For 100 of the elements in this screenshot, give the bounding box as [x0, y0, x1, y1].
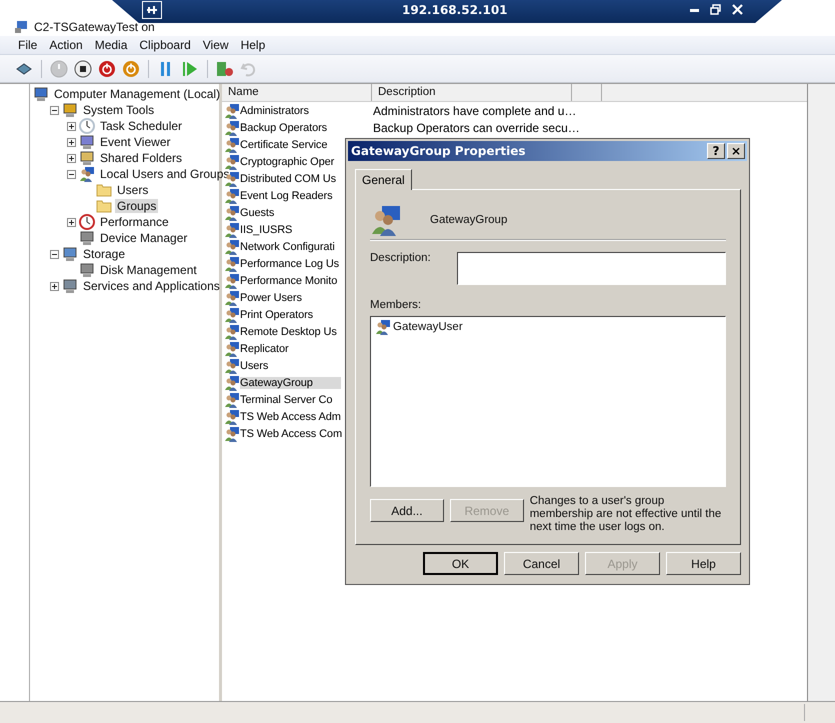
clock-icon	[79, 118, 95, 134]
group-name[interactable]: Event Log Readers	[240, 190, 341, 202]
group-name[interactable]: Performance Monito	[240, 274, 341, 286]
dialog-button[interactable]: OK	[423, 552, 498, 575]
power-icon	[50, 60, 68, 78]
group-name[interactable]: Power Users	[240, 292, 341, 304]
close-button[interactable]: ×	[727, 143, 745, 159]
tree-item[interactable]: Computer Management (Local)	[52, 87, 222, 101]
group-name[interactable]: Remote Desktop Us	[240, 326, 341, 338]
group-icon	[224, 256, 240, 272]
pin-icon[interactable]	[142, 1, 162, 19]
checkpoint-icon	[216, 60, 234, 78]
menu-item[interactable]: File	[12, 36, 44, 54]
group-icon	[224, 374, 240, 390]
group-icon	[79, 166, 95, 182]
group-description: Backup Operators can override secu…	[373, 120, 580, 134]
group-icon	[224, 408, 240, 424]
group-icon	[224, 222, 240, 238]
group-icon	[224, 120, 240, 136]
computer-icon	[33, 86, 49, 102]
group-name[interactable]: Cryptographic Oper	[240, 156, 341, 168]
menu-item[interactable]: Help	[234, 36, 272, 54]
tree-item[interactable]: Shared Folders	[98, 151, 184, 165]
gauge-icon	[79, 214, 95, 230]
group-icon	[224, 154, 240, 170]
tree-item[interactable]: Disk Management	[98, 263, 199, 277]
tree-item[interactable]: Device Manager	[98, 231, 190, 245]
members-label: Members:	[370, 299, 422, 311]
tree-item[interactable]: Local Users and Groups	[98, 167, 232, 181]
dialog-button[interactable]: Cancel	[504, 552, 579, 575]
pause-icon	[159, 60, 173, 76]
menu-item[interactable]: View	[196, 36, 235, 54]
toolbar-button[interactable]	[73, 58, 93, 78]
group-icon	[224, 238, 240, 254]
collapse-icon[interactable]	[50, 106, 59, 114]
group-icon	[224, 290, 240, 306]
group-icon	[370, 204, 402, 236]
column-header[interactable]: Name	[222, 84, 372, 101]
vm-icon	[14, 20, 28, 34]
group-icon	[224, 272, 240, 288]
menu-item[interactable]: Action	[43, 36, 89, 54]
help-button[interactable]: ?	[707, 143, 725, 159]
power-icon	[122, 60, 140, 78]
tree-item[interactable]: Event Viewer	[98, 135, 172, 149]
group-icon	[224, 102, 240, 118]
group-name[interactable]: Certificate Service	[240, 138, 341, 150]
group-name[interactable]: Guests	[240, 206, 341, 218]
group-name[interactable]: Users	[240, 360, 341, 372]
group-icon	[224, 358, 240, 374]
member-item[interactable]: GatewayUser	[393, 321, 463, 333]
tree-item[interactable]: Task Scheduler	[98, 119, 184, 133]
menu-item[interactable]: Media	[88, 36, 134, 54]
group-name[interactable]: IIS_IUSRS	[240, 224, 341, 236]
add-button[interactable]: Add...	[370, 499, 444, 522]
menu-item[interactable]: Clipboard	[133, 36, 197, 54]
dialog-button[interactable]: Help	[666, 552, 741, 575]
collapse-icon[interactable]	[67, 170, 76, 178]
group-name[interactable]: Network Configurati	[240, 240, 341, 252]
group-icon	[224, 324, 240, 340]
tree-item[interactable]: Storage	[81, 247, 128, 261]
expand-icon[interactable]	[50, 282, 59, 290]
restore-icon[interactable]	[710, 4, 721, 15]
description-label: Description:	[370, 252, 431, 266]
play-icon	[182, 60, 198, 76]
description-field[interactable]	[457, 252, 726, 285]
tree-item[interactable]: Groups	[115, 199, 158, 213]
tree-item[interactable]: Users	[115, 183, 150, 197]
close-icon[interactable]	[732, 4, 743, 15]
group-description: Administrators have complete and u…	[373, 104, 576, 118]
stop-icon	[74, 60, 92, 78]
column-header[interactable]: Description	[372, 84, 572, 101]
expand-icon[interactable]	[67, 154, 76, 162]
group-name[interactable]: Performance Log Us	[240, 258, 341, 270]
group-name[interactable]: TS Web Access Com	[240, 428, 341, 440]
expand-icon[interactable]	[67, 138, 76, 146]
group-name[interactable]: Terminal Server Co	[240, 394, 341, 406]
group-name[interactable]: Administrators	[240, 104, 341, 116]
group-name[interactable]: Replicator	[240, 342, 341, 354]
expand-icon[interactable]	[67, 218, 76, 226]
expand-icon[interactable]	[67, 122, 76, 130]
connection-title: 192.168.52.101	[402, 3, 508, 17]
group-icon	[224, 136, 240, 152]
group-icon	[224, 392, 240, 408]
group-name[interactable]: TS Web Access Adm	[240, 410, 341, 422]
user-icon	[375, 319, 391, 335]
membership-note: Changes to a user's group membership are not effective until the next time the user logs on.	[530, 495, 722, 534]
tree-item[interactable]: Services and Applications	[81, 279, 222, 293]
group-name[interactable]: GatewayGroup	[240, 376, 341, 388]
group-name[interactable]: Print Operators	[240, 308, 341, 320]
collapse-icon[interactable]	[50, 250, 59, 258]
tab[interactable]: General	[355, 169, 412, 190]
group-name[interactable]: Backup Operators	[240, 122, 341, 134]
minimize-icon[interactable]	[690, 9, 699, 13]
dialog-title: GatewayGroup Properties	[351, 144, 527, 158]
power-icon	[98, 60, 116, 78]
tree-item[interactable]: System Tools	[81, 103, 156, 117]
group-name[interactable]: Distributed COM Us	[240, 172, 341, 184]
group-name: GatewayGroup	[430, 214, 508, 226]
group-icon	[224, 188, 240, 204]
tree-item[interactable]: Performance	[98, 215, 171, 229]
